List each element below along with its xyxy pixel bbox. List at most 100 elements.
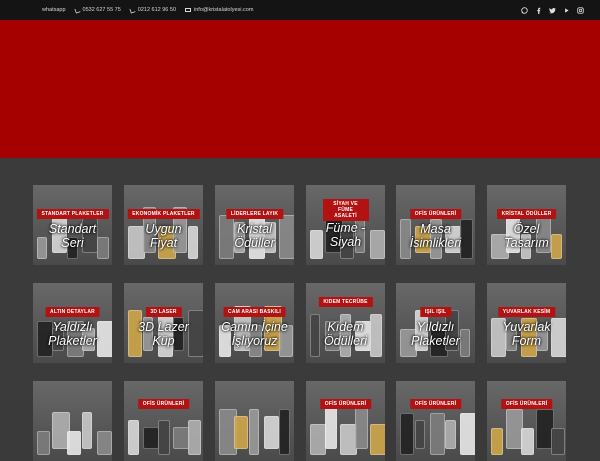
social-links (521, 0, 584, 20)
category-badge: SİYAH VE FÜME ASALETİ (322, 199, 369, 221)
category-title-line: Kristal (237, 222, 272, 236)
category-tile[interactable]: OFİS ÜRÜNLERİ (124, 381, 203, 461)
plaque-silhouette (491, 428, 503, 455)
plaque-silhouette (445, 420, 456, 449)
plaque-silhouette (370, 424, 385, 455)
category-title-line: İşliyoruz (231, 333, 278, 348)
plaque-silhouette (460, 413, 475, 455)
category-badge: OFİS ÜRÜNLERİ (409, 399, 462, 409)
category-badge: CAM ARASI BASKILI (223, 307, 286, 317)
category-title-line: Tasarım (504, 235, 549, 250)
category-title-line: Füme - (325, 221, 366, 235)
category-badge: OFİS ÜRÜNLERİ (137, 399, 190, 409)
category-title-line: Ödüller (234, 235, 275, 250)
phone-icon (73, 6, 81, 14)
plaque-silhouette (37, 431, 50, 455)
plaque-silhouette (234, 416, 248, 449)
plaque-silhouette (128, 420, 139, 455)
plaque-silhouette (82, 412, 92, 449)
phone-number-2: 0212 612 96 50 (137, 7, 177, 13)
plaque-silhouette (67, 431, 81, 455)
plaque-silhouette (310, 424, 326, 455)
plaque-silhouette (188, 420, 201, 455)
category-title-line: Camın İçine (221, 320, 288, 334)
category-title-line: 3D Lazer (138, 320, 189, 334)
product-photo (215, 381, 294, 461)
whatsapp-icon[interactable] (521, 6, 528, 14)
category-tile[interactable]: KIDEM TECRÜBE Kıdem Ödülleri (306, 283, 385, 363)
category-title-line: Standart (48, 222, 97, 236)
category-title: 3D Lazer Küp (124, 320, 203, 349)
product-photo (487, 381, 566, 461)
category-badge: LİDERLERE LAYIK (225, 209, 284, 219)
category-title: Yaldızlı Plaketler (33, 320, 112, 349)
category-tile[interactable]: CAM ARASI BASKILI Camın İçine İşliyoruz (215, 283, 294, 363)
product-photo (124, 381, 203, 461)
category-tile[interactable]: SİYAH VE FÜME ASALETİ Füme - Siyah (306, 185, 385, 265)
category-tile[interactable]: YUVARLAK KESİM Yuvarlak Form (487, 283, 566, 363)
category-title: Uygun Fiyat (124, 222, 203, 251)
plaque-silhouette (521, 428, 534, 455)
phone-link-2[interactable]: 0212 612 96 50 (129, 6, 177, 14)
phone-link-1[interactable]: 0532 627 55 75 (73, 6, 121, 14)
category-title: Kıdem Ödülleri (306, 320, 385, 349)
category-tile[interactable] (33, 381, 112, 461)
youtube-icon[interactable] (563, 7, 570, 14)
category-tile[interactable]: KRİSTAL ÖDÜLLER Özel Tasarım (487, 185, 566, 265)
plaque-silhouette (400, 413, 414, 455)
category-badge: YUVARLAK KESİM (497, 307, 556, 317)
email-address: info@kristalatolyesi.com (194, 7, 254, 13)
plaque-silhouette (158, 420, 170, 455)
category-title-line: Uygun (145, 222, 182, 236)
category-tile[interactable]: OFİS ÜRÜNLERİ (396, 381, 475, 461)
product-photo (396, 381, 475, 461)
category-title-line: Ödülleri (323, 333, 368, 348)
category-title-line: Masa (420, 222, 451, 236)
instagram-icon[interactable] (577, 6, 584, 14)
plaque-silhouette (143, 427, 159, 449)
category-badge: KIDEM TECRÜBE (318, 297, 373, 307)
category-badge: KRİSTAL ÖDÜLLER (496, 209, 557, 219)
category-title-line: İsimlikleri (409, 235, 462, 250)
plaque-silhouette (264, 416, 279, 449)
category-tile[interactable]: OFİS ÜRÜNLERİ Masa İsimlikleri (396, 185, 475, 265)
category-tile[interactable]: EKONOMİK PLAKETLER Uygun Fiyat (124, 185, 203, 265)
plaque-silhouette (551, 428, 565, 455)
category-tile[interactable]: ALTIN DETAYLAR Yaldızlı Plaketler (33, 283, 112, 363)
plaque-silhouette (279, 409, 290, 455)
category-tile[interactable]: OFİS ÜRÜNLERİ (306, 381, 385, 461)
category-tile[interactable] (215, 381, 294, 461)
facebook-icon[interactable] (535, 7, 542, 14)
phone-number-1: 0532 627 55 75 (82, 7, 121, 13)
category-badge: OFİS ÜRÜNLERİ (319, 399, 372, 409)
category-tile[interactable]: OFİS ÜRÜNLERİ (487, 381, 566, 461)
category-title: Yuvarlak Form (487, 320, 566, 349)
category-badge: ALTIN DETAYLAR (45, 307, 100, 317)
plaque-silhouette (325, 405, 337, 449)
category-tile[interactable]: STANDART PLAKETLER Standart Seri (33, 185, 112, 265)
category-tile[interactable]: IŞIL IŞIL Yıldızlı Plaketler (396, 283, 475, 363)
whatsapp-link[interactable]: whatsapp (42, 7, 66, 13)
category-title-line: Seri (61, 235, 84, 250)
category-title-line: Kıdem (327, 320, 364, 334)
email-link[interactable]: info@kristalatolyesi.com (185, 7, 253, 13)
category-title-line: Yaldızlı (52, 320, 93, 334)
category-tile[interactable]: 3D LASER 3D Lazer Küp (124, 283, 203, 363)
category-tile[interactable]: LİDERLERE LAYIK Kristal Ödüller (215, 185, 294, 265)
plaque-silhouette (355, 405, 368, 449)
category-badge: EKONOMİK PLAKETLER (127, 209, 200, 219)
hero-banner (0, 20, 600, 158)
category-title: Masa İsimlikleri (396, 222, 475, 251)
category-title-line: Plaketler (411, 333, 460, 348)
product-photo (33, 381, 112, 461)
category-badge: OFİS ÜRÜNLERİ (409, 209, 462, 219)
category-title: Yıldızlı Plaketler (396, 320, 475, 349)
plaque-silhouette (97, 431, 112, 455)
category-badge: IŞIL IŞIL (419, 307, 452, 317)
twitter-icon[interactable] (549, 7, 556, 14)
category-title-line: Yıldızlı (416, 320, 455, 334)
category-title: Kristal Ödüller (215, 222, 294, 251)
category-title: Füme - Siyah (306, 221, 385, 250)
category-badge: OFİS ÜRÜNLERİ (500, 399, 553, 409)
product-photo (306, 381, 385, 461)
